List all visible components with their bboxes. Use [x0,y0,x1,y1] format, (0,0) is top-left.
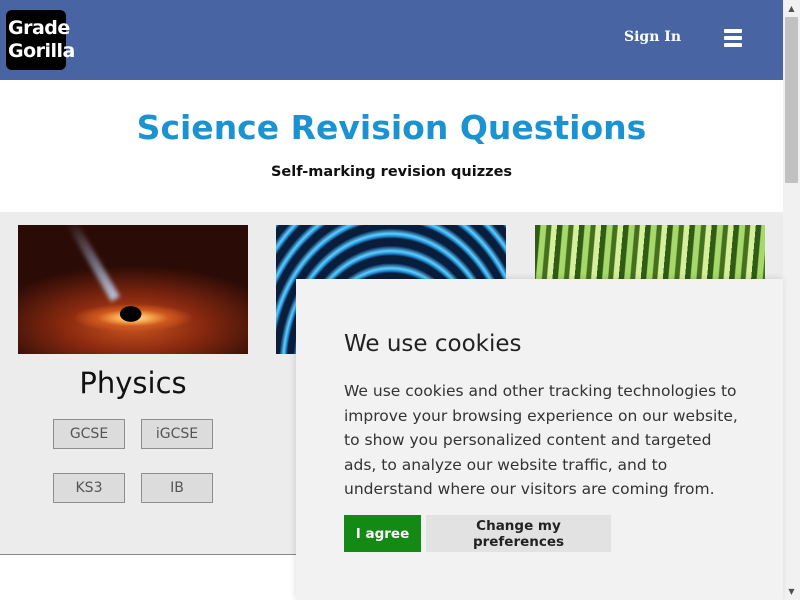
logo-line-2: Gorilla [8,40,75,62]
sign-in-link[interactable]: Sign In [624,29,681,45]
physics-igcse-button[interactable]: iGCSE [141,419,213,449]
hamburger-menu-icon[interactable] [724,29,742,47]
subject-title-physics[interactable]: Physics [18,366,248,400]
page-title: Science Revision Questions [136,108,647,147]
scroll-down-arrow-icon[interactable]: ▼ [783,583,800,600]
cookie-consent-banner: We use cookies We use cookies and other … [296,279,783,600]
logo-line-1: Grade [8,17,70,39]
physics-black-hole-image[interactable] [18,225,248,354]
site-header: Grade Gorilla Sign In [0,0,783,80]
page-subtitle: Self-marking revision quizzes [270,164,513,180]
agree-button[interactable]: I agree [344,515,421,552]
cookie-banner-title: We use cookies [344,331,522,357]
physics-gcse-button[interactable]: GCSE [53,419,125,449]
physics-ks3-button[interactable]: KS3 [53,473,125,503]
grade-gorilla-logo[interactable]: Grade Gorilla [6,10,75,70]
change-preferences-button[interactable]: Change my preferences [426,515,611,552]
cookie-banner-text: We use cookies and other tracking techno… [344,382,738,498]
scrollbar-thumb[interactable] [785,17,798,183]
page-scrollbar[interactable]: ▲ ▼ [783,0,800,600]
physics-ib-button[interactable]: IB [141,473,213,503]
scroll-up-arrow-icon[interactable]: ▲ [783,0,800,17]
